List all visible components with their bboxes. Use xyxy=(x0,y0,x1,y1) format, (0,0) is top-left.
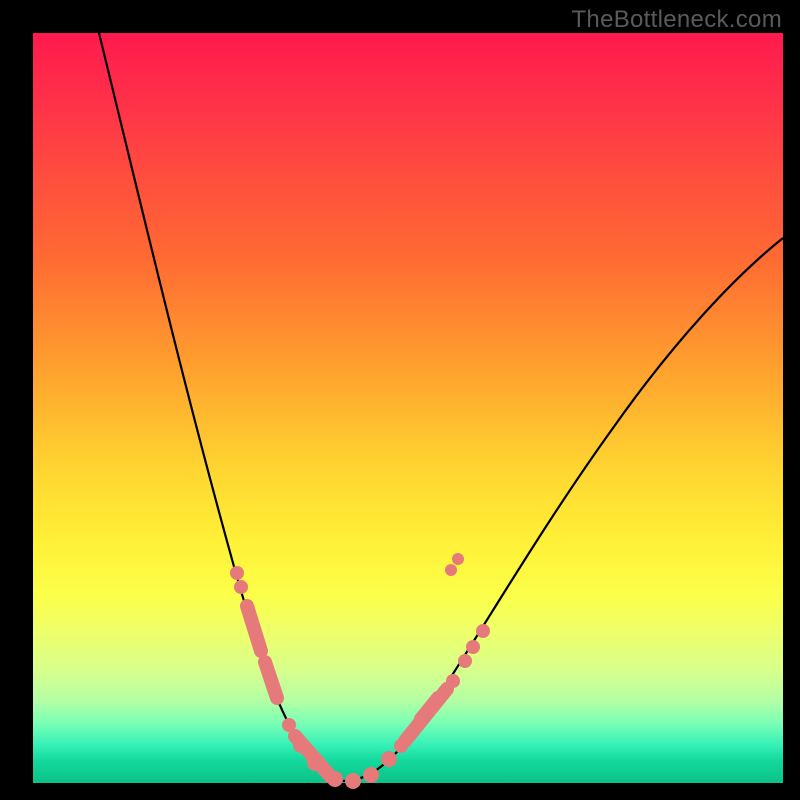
data-dot xyxy=(458,654,472,668)
data-segment xyxy=(247,606,261,651)
data-dot xyxy=(327,771,343,787)
data-dot xyxy=(452,553,464,565)
data-dot xyxy=(445,564,457,576)
left-curve xyxy=(99,33,343,781)
right-curve xyxy=(343,238,783,781)
data-dot xyxy=(293,737,309,753)
data-dot xyxy=(446,674,460,688)
chart-frame: TheBottleneck.com xyxy=(0,0,800,800)
data-segment xyxy=(421,698,438,719)
data-dot xyxy=(234,580,248,594)
data-dot xyxy=(282,718,296,732)
data-dot xyxy=(476,624,490,638)
data-dot xyxy=(466,640,480,654)
data-dot xyxy=(307,755,323,771)
data-dot xyxy=(381,751,397,767)
watermark-text: TheBottleneck.com xyxy=(571,6,782,34)
curve-layer xyxy=(33,33,783,783)
data-dot xyxy=(345,773,361,789)
data-dot xyxy=(363,767,379,783)
data-dot xyxy=(394,739,408,753)
data-point-overlay xyxy=(230,553,490,789)
data-dot xyxy=(230,566,244,580)
plot-area xyxy=(33,33,783,783)
data-segment xyxy=(265,662,277,698)
